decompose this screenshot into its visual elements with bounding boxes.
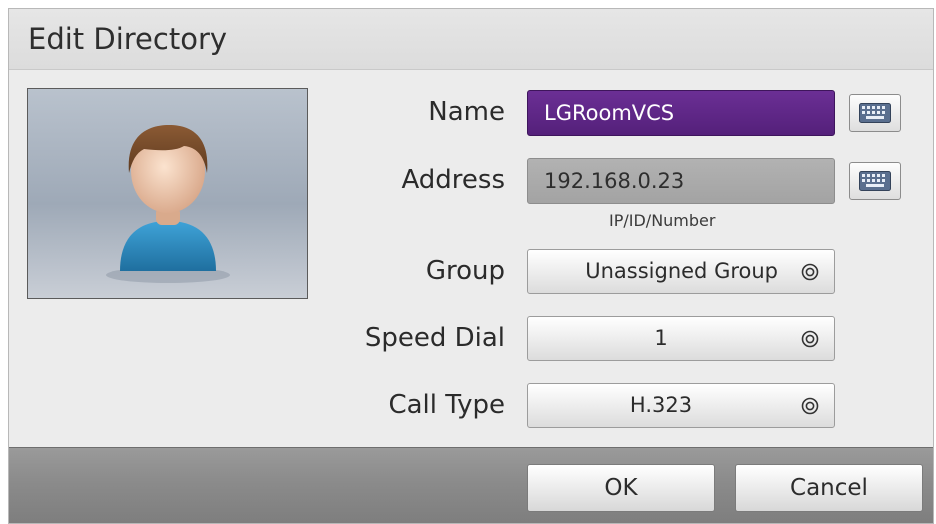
group-select[interactable]: Unassigned Group	[527, 249, 835, 294]
cancel-button[interactable]: Cancel	[735, 464, 923, 512]
person-avatar-icon	[106, 125, 230, 283]
keyboard-icon	[859, 171, 891, 191]
call-type-value: H.323	[629, 393, 693, 417]
dial-select-icon	[801, 397, 819, 415]
speed-dial-value: 1	[654, 326, 668, 350]
keyboard-icon	[859, 103, 891, 123]
title-bar: Edit Directory	[9, 9, 933, 70]
edit-directory-dialog: Edit Directory Name LGRoomVCS Address 19…	[8, 8, 934, 524]
address-field[interactable]: 192.168.0.23	[527, 158, 835, 204]
call-type-label: Call Type	[388, 390, 505, 420]
address-value: 192.168.0.23	[544, 169, 685, 193]
group-value: Unassigned Group	[585, 259, 778, 283]
dialog-footer: OK Cancel	[9, 447, 933, 523]
contact-photo[interactable]	[27, 88, 308, 299]
speed-dial-label: Speed Dial	[364, 323, 505, 353]
call-type-select[interactable]: H.323	[527, 383, 835, 428]
dial-select-icon	[801, 330, 819, 348]
name-value: LGRoomVCS	[544, 101, 675, 125]
dialog-title: Edit Directory	[28, 22, 228, 56]
group-label: Group	[425, 256, 505, 286]
dial-select-icon	[801, 263, 819, 281]
ok-button[interactable]: OK	[527, 464, 715, 512]
address-keyboard-button[interactable]	[849, 162, 901, 200]
address-label: Address	[401, 165, 505, 195]
address-hint: IP/ID/Number	[609, 211, 716, 230]
name-label: Name	[428, 97, 505, 127]
name-keyboard-button[interactable]	[849, 94, 901, 132]
speed-dial-select[interactable]: 1	[527, 316, 835, 361]
name-field[interactable]: LGRoomVCS	[527, 90, 835, 136]
